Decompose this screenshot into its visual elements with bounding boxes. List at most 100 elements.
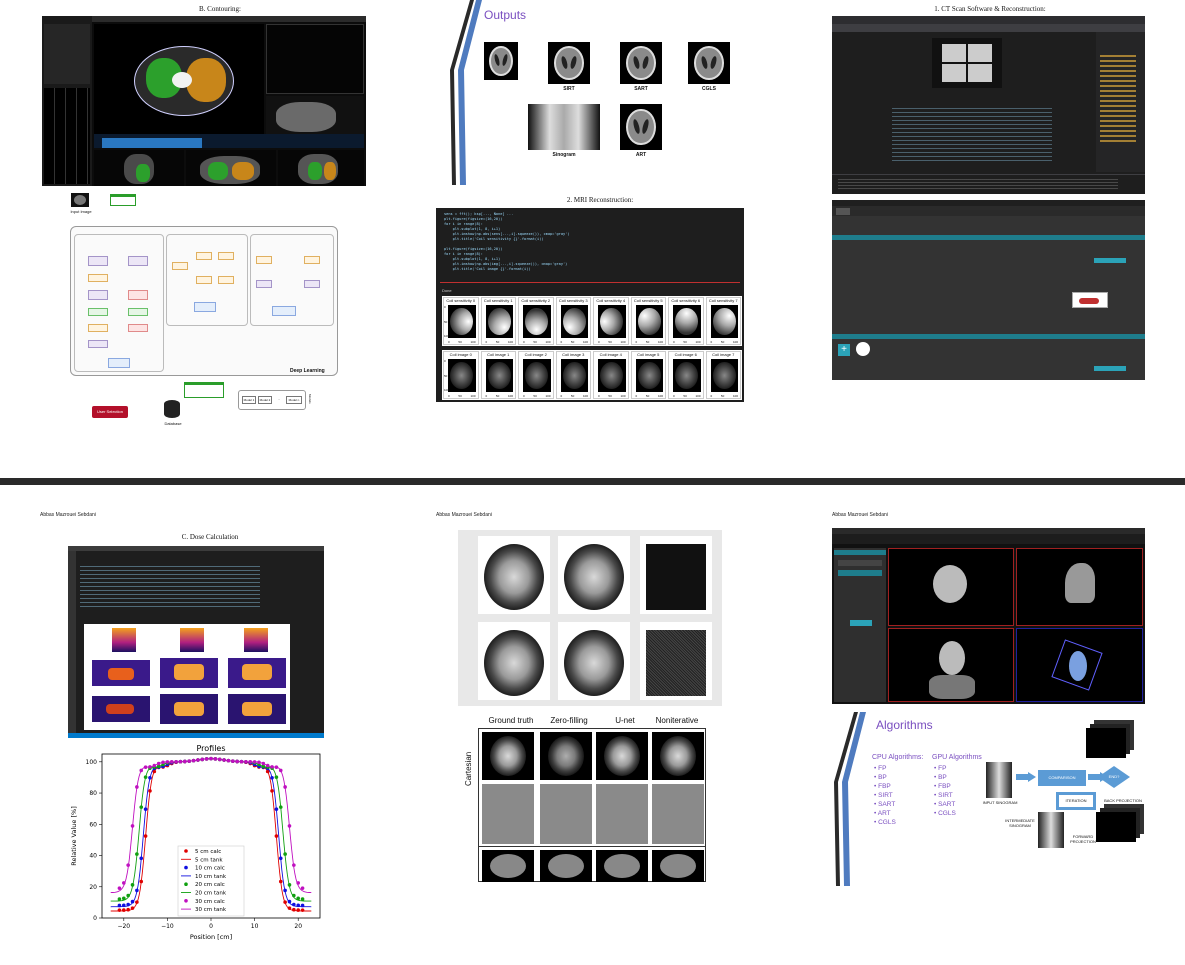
- coil-plot-image: [485, 305, 513, 338]
- tick-label: 100: [695, 394, 701, 398]
- coil-plot-title: Coil sensitivity 0: [446, 298, 476, 303]
- back-projection-label: BACK PROJECTION: [1104, 798, 1142, 803]
- tick-label: 50: [458, 394, 462, 398]
- tick-label: 0: [444, 359, 446, 363]
- database-label: Database: [164, 421, 182, 426]
- thumbnail-panel: [42, 16, 92, 186]
- tick-label: 0: [598, 340, 600, 344]
- model-2: Model 2: [258, 396, 272, 404]
- col-label-ground-truth: Ground truth: [488, 716, 534, 725]
- cpu-item: • CGLS: [874, 819, 896, 826]
- tick-label: 0: [560, 394, 563, 398]
- view-3d[interactable]: [1016, 628, 1143, 702]
- view-coronal[interactable]: [888, 628, 1014, 702]
- tick-label: 50: [608, 394, 612, 398]
- viewer-apply-button[interactable]: [850, 620, 872, 626]
- legend-label: 10 cm calc: [195, 866, 225, 872]
- coil-plot: Coil image 4 0 50 100: [593, 351, 629, 399]
- coil-plot-title: Coil image 1: [487, 352, 510, 357]
- y-tick-label: 60: [89, 821, 97, 828]
- coil-plot-image: [598, 305, 626, 338]
- coil-plot: Coil image 0 0 50 100 0 50 100: [443, 351, 479, 399]
- tick-label: 50: [495, 340, 500, 344]
- algorithms-title: Algorithms: [876, 718, 933, 732]
- coil-plot-xticks: 0 50 100: [523, 340, 551, 344]
- ct-next-button[interactable]: [1094, 366, 1126, 371]
- coil-plot-image: [523, 359, 551, 392]
- volume-stack-top: [1086, 728, 1126, 758]
- y-tick-label: 80: [89, 790, 97, 797]
- bottom-view-1[interactable]: [94, 150, 184, 186]
- cpu-item: • SART: [874, 801, 896, 808]
- dose-ide-screenshot: [68, 546, 324, 738]
- legend-label: 5 cm tank: [195, 857, 223, 863]
- ct-search-button[interactable]: [1094, 258, 1126, 263]
- coronal-view-small[interactable]: [266, 96, 364, 136]
- coil-plot-yticks: 0 50 100: [444, 305, 449, 338]
- legend-marker: [184, 899, 188, 903]
- mri-caption: 2. MRI Reconstruction:: [566, 196, 634, 204]
- tick-label: 100: [470, 394, 476, 398]
- row-label-cartesian: Cartesian: [464, 751, 473, 786]
- mri-code: sens = fft(); ksp[..., None] ... plt.fig…: [444, 212, 740, 272]
- model-n: Model n: [286, 396, 302, 404]
- cpu-item: • ART: [874, 810, 891, 817]
- gpu-item: • SART: [934, 801, 956, 808]
- tick-label: 50: [533, 340, 537, 344]
- coil-image-row: Coil image 0 0 50 100 0 50 100 Coil image 1 0 50 1…: [442, 350, 742, 400]
- x-tick-label: 20: [294, 923, 302, 930]
- coil-plot: Coil image 5 0 50 100: [630, 351, 666, 399]
- cpu-item: • BP: [874, 774, 887, 781]
- tick-label: 50: [444, 373, 448, 378]
- legend-label: 5 cm calc: [195, 849, 221, 855]
- legend-label: 20 cm tank: [195, 891, 227, 897]
- coil-plot-title: Coil image 7: [712, 352, 735, 357]
- tick-label: 0: [523, 394, 525, 398]
- tick-label: 100: [620, 340, 626, 344]
- coil-plot-image: [673, 359, 701, 392]
- coil-plot: Coil sensitivity 6 0 50 100: [668, 297, 704, 345]
- tick-label: 50: [495, 394, 500, 398]
- legend-label: 10 cm tank: [195, 874, 227, 880]
- unet-comparison-figure: Ground truth Zero-filling U-net Nonitera…: [462, 716, 706, 882]
- end-diamond: END?: [1098, 766, 1130, 788]
- dose-plots: [84, 624, 290, 730]
- view-sagittal[interactable]: [1016, 548, 1143, 626]
- y-axis-label: Relative Value [%]: [70, 806, 78, 865]
- outputs-slide: Outputs SIRT SART CGLS Sinogram ART: [448, 0, 738, 185]
- label-sart: SART: [634, 86, 648, 92]
- output-phantom-sart: [620, 42, 662, 84]
- coil-plot: Coil image 2 0 50 100: [518, 351, 554, 399]
- mri-notebook: sens = fft(); ksp[..., None] ... plt.fig…: [436, 208, 744, 402]
- input-image-label: Input Image: [70, 209, 92, 214]
- tick-label: 50: [720, 340, 725, 344]
- tick-label: 100: [657, 340, 663, 344]
- iteration-box: ITERATION: [1056, 792, 1096, 810]
- database-icon: [164, 400, 180, 418]
- model-1: Model 1: [242, 396, 256, 404]
- ct-add-button[interactable]: +: [838, 344, 850, 356]
- tick-label: 100: [582, 394, 588, 398]
- coil-plot-image: [523, 305, 551, 338]
- coil-plot: Coil sensitivity 1 0 50 100: [480, 297, 516, 345]
- sagittal-view-small[interactable]: [266, 24, 364, 94]
- coil-plot-title: Coil sensitivity 7: [708, 298, 738, 303]
- bottom-view-2[interactable]: [186, 150, 276, 186]
- view-axial[interactable]: [888, 548, 1014, 626]
- label-sirt: SIRT: [563, 86, 575, 92]
- author-bottom-left: Abbas Mazrouei Sebdani: [40, 512, 96, 518]
- coil-plot-image: [485, 359, 513, 392]
- coil-plot: Coil image 1 0 50 100: [480, 351, 516, 399]
- coil-plot-xticks: 0 50 100: [561, 394, 589, 398]
- gpu-item: • BP: [934, 774, 947, 781]
- col-label-unet: U-net: [615, 716, 635, 725]
- input-sinogram-label: INPUT SINOGRAM: [982, 800, 1018, 805]
- bottom-view-3[interactable]: [278, 150, 364, 186]
- coil-plot-title: Coil image 5: [637, 352, 660, 357]
- chart-title: Profiles: [196, 744, 225, 753]
- coil-plot-title: Coil image 2: [524, 352, 547, 357]
- profiles-chart: Profiles Position [cm] Relative Value [%] −…: [70, 744, 321, 941]
- coil-plot: Coil image 6 0 50 100: [668, 351, 704, 399]
- gpu-list: • FP • BP • FBP • SIRT • SART • CGLS: [934, 764, 956, 818]
- axial-view[interactable]: [94, 24, 264, 134]
